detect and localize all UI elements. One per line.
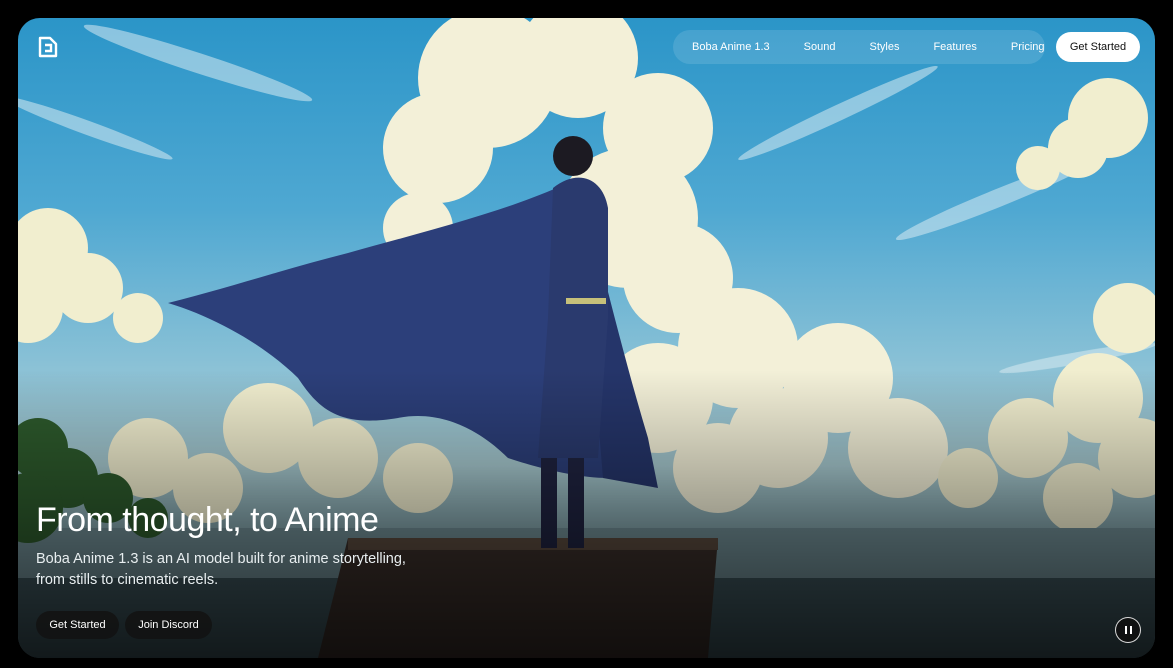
- hero-title: From thought, to Anime: [36, 501, 379, 539]
- nav-item-sound[interactable]: Sound: [787, 41, 853, 53]
- nav-item-pricing[interactable]: Pricing: [994, 41, 1062, 53]
- hero-frame: Boba Anime 1.3 Sound Styles Features Pri…: [18, 18, 1155, 658]
- boba-logo-icon[interactable]: [36, 35, 60, 59]
- nav-item-styles[interactable]: Styles: [852, 41, 916, 53]
- hero-subtitle: Boba Anime 1.3 is an AI model built for …: [36, 549, 456, 591]
- nav-get-started-button[interactable]: Get Started: [1056, 32, 1140, 62]
- hero-get-started-button[interactable]: Get Started: [36, 611, 119, 639]
- hero-subtitle-line-1: Boba Anime 1.3 is an AI model built for …: [36, 551, 406, 567]
- nav-item-features[interactable]: Features: [916, 41, 993, 53]
- top-nav: Boba Anime 1.3 Sound Styles Features Pri…: [673, 30, 1045, 64]
- hero-subtitle-line-2: from stills to cinematic reels.: [36, 572, 219, 588]
- pause-icon: [1124, 626, 1132, 634]
- pause-button[interactable]: [1115, 617, 1141, 643]
- join-discord-button[interactable]: Join Discord: [125, 611, 212, 639]
- nav-item-boba-anime[interactable]: Boba Anime 1.3: [673, 41, 787, 53]
